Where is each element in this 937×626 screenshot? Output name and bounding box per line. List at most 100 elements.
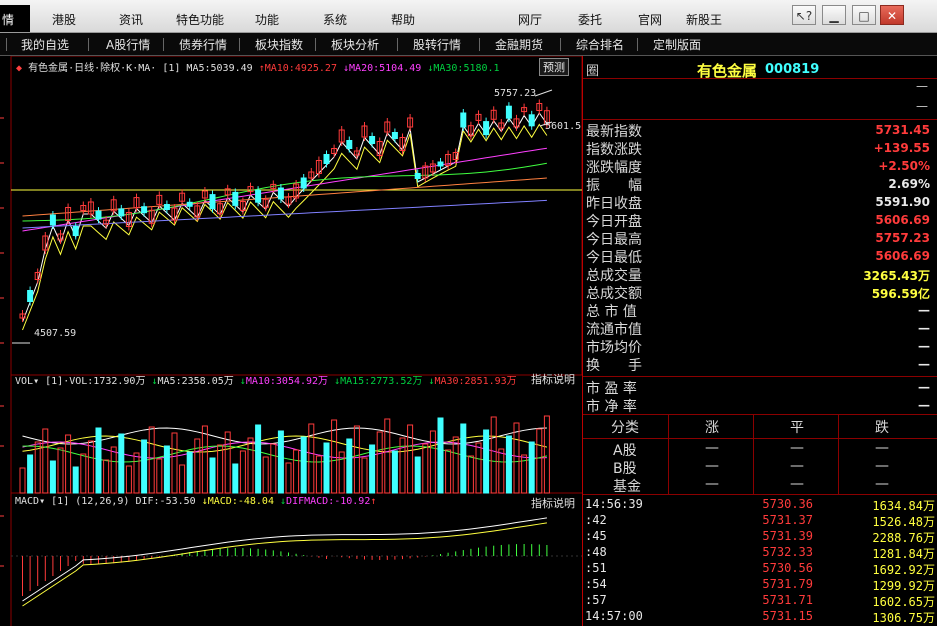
nav-separator [6,38,7,51]
close-button[interactable]: ✕ [880,5,904,25]
volume-help-link[interactable]: 指标说明 [531,371,575,387]
candle-body [72,226,79,236]
nav-a-shares[interactable]: A股行情 [106,36,150,53]
divider [838,414,839,494]
menu-hk-stocks[interactable]: 港股 [52,11,76,28]
minimize-icon: ▁ [829,9,839,23]
quote-row-label: 最新指数 [586,124,642,140]
nav-financial-futures[interactable]: 金融期货 [495,36,543,53]
pe-label: 市 盈 率 [586,381,637,397]
kline-index-name[interactable]: 有色金属 [28,63,68,74]
kline-ma-label[interactable]: MA [138,63,150,74]
quote-row-value: 5757.23 [875,231,930,245]
menu-online-hall[interactable]: 网厅 [518,11,542,28]
volume-bar [186,451,193,494]
volume-bar [156,458,163,494]
nav-bar: 我的自选 A股行情 债券行情 板块指数 板块分析 股转行情 金融期货 综合排名 … [0,33,937,56]
macd-param: [1] [51,496,70,507]
restore-button[interactable]: □ [852,5,876,25]
quote-row-label: 指数涨跌 [586,142,642,158]
divider [583,119,937,120]
volume-dropdown-icon[interactable]: ▾ [33,376,39,387]
pb-value: — [918,398,930,412]
macd-dif: DIF:-53.50 [135,496,196,507]
nav-separator [239,38,240,51]
menu-system[interactable]: 系统 [323,11,347,28]
menu-ipo-king[interactable]: 新股王 [686,11,722,28]
volume-bar [125,465,132,494]
volume-bar [19,467,26,494]
menu-news[interactable]: 资讯 [119,11,143,28]
menu-official-site[interactable]: 官网 [638,11,662,28]
menu-tab-active-label: 情 [2,13,15,27]
macd-line [22,522,547,607]
volume-bar [422,443,429,494]
tick-volume: 1526.48万 [872,515,935,529]
volume-param: [1] [45,376,64,387]
tick-price: 5731.71 [762,593,813,607]
kline-ma30: ↓MA30:5180.1 [427,63,500,74]
nav-my-watchlist[interactable]: 我的自选 [21,36,69,53]
macd-help-link[interactable]: 指标说明 [531,495,575,511]
volume-bar [34,441,41,494]
nav-ranking[interactable]: 综合排名 [576,36,624,53]
macd-dropdown-icon[interactable]: ▾ [39,496,45,507]
volume-bar [391,450,398,494]
high-marker-line [534,89,553,97]
tick-volume: 1299.92万 [872,579,935,593]
volume-bar [490,416,497,494]
nav-sector-index[interactable]: 板块指数 [255,36,303,53]
help-cursor-button[interactable]: ↖? [792,5,816,25]
tick-price: 5731.15 [762,609,813,623]
menu-functions[interactable]: 功能 [255,11,279,28]
volume-bar [300,436,307,494]
menu-help[interactable]: 帮助 [391,11,415,28]
menu-special-functions[interactable]: 特色功能 [176,11,224,28]
chart-area[interactable] [0,56,582,626]
macd-title[interactable]: MACD [15,496,39,507]
volume-bar [429,430,436,494]
kline-ma5: MA5:5039.49 [186,63,253,74]
volume-bar [255,424,262,494]
kline-ma20: ↓MA20:5104.49 [343,63,422,74]
quote-row-label: 市场均价 [586,340,642,356]
nav-neeq[interactable]: 股转行情 [413,36,461,53]
volume-ma30: MA30:2851.93万 [434,376,517,387]
candle-body [95,210,102,220]
menu-entrust[interactable]: 委托 [578,11,602,28]
minimize-button[interactable]: ▁ [822,5,846,25]
volume-bar [452,436,459,494]
breadth-header-flat: 平 [790,420,804,436]
breadth-row-up: — [705,458,719,474]
tick-volume: 1306.75万 [872,611,935,625]
kline-adjust[interactable]: 除权 [100,63,120,74]
volume-bar [353,425,360,494]
volume-title[interactable]: VOL [15,376,33,387]
quote-circle-icon[interactable]: 圈 [586,60,599,79]
volume-bar [87,440,94,494]
divider [753,414,754,494]
candle-body [346,140,353,149]
low-price-label: 4507.59 [34,328,77,339]
tick-volume: 1281.84万 [872,547,935,561]
volume-ma5: MA5:2358.05万 [157,376,234,387]
kline-param: [1] [162,63,181,74]
quote-dash: — [916,99,928,113]
candle-body [186,201,193,207]
quote-row-value: +2.50% [878,159,930,173]
volume-bar [239,450,246,494]
kline-dropdown-icon[interactable]: ◆ [16,63,22,74]
ma-line [22,177,547,217]
volume-bar [285,462,292,494]
quote-row-value: — [918,339,930,353]
quote-row-value: 3265.43万 [863,269,930,283]
nav-sector-analysis[interactable]: 板块分析 [331,36,379,53]
kline-period[interactable]: 日线 [74,63,94,74]
volume-bar [483,429,490,494]
nav-bonds[interactable]: 债券行情 [179,36,227,53]
forecast-button[interactable]: 预测 [539,58,569,76]
nav-custom-layout[interactable]: 定制版面 [653,36,701,53]
volume-bar [42,428,49,494]
macd-line [22,517,547,602]
menu-tab-active[interactable]: 情 [0,5,30,32]
